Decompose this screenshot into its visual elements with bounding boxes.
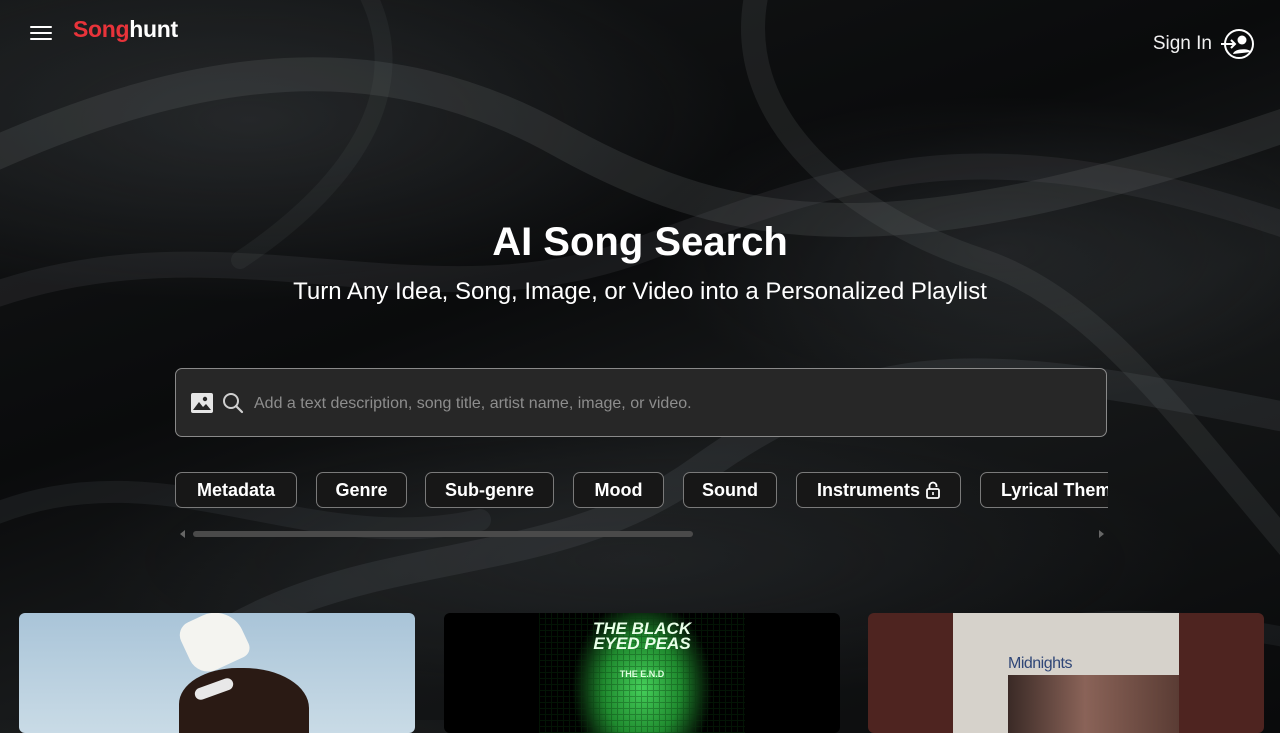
songhunt-logo[interactable]: Songhunt [73, 16, 178, 43]
chip-metadata[interactable]: Metadata [175, 472, 297, 508]
scrollbar-thumb[interactable] [193, 531, 693, 537]
search-icon [223, 393, 244, 414]
hamburger-menu-icon[interactable] [30, 22, 52, 42]
logo-text-hunt: hunt [129, 16, 178, 42]
chip-label: Mood [594, 479, 643, 500]
album-cover-art: Midnights [953, 613, 1179, 733]
album-cover-art: THE BLACK EYED PEAS THE E.N.D [539, 613, 745, 733]
scroll-right-arrow-icon[interactable] [1099, 530, 1104, 538]
logo-text-song: Song [73, 16, 130, 42]
chip-label: Genre [335, 479, 388, 500]
chip-label: Sub-genre [444, 479, 534, 500]
sign-in-label: Sign In [1152, 33, 1212, 54]
album-cover-band-name: THE BLACK EYED PEAS [592, 619, 692, 653]
album-card[interactable] [19, 613, 415, 733]
image-upload-icon[interactable] [191, 392, 213, 414]
search-input[interactable] [252, 387, 1086, 421]
lock-icon [926, 481, 940, 499]
chip-instruments[interactable]: Instruments [796, 472, 961, 508]
filter-chip-bar: Metadata Genre Sub-genre Mood Sound Inst… [175, 472, 1108, 510]
chip-label: Instruments [816, 479, 921, 500]
page-title: AI Song Search [492, 220, 788, 264]
chip-label: Metadata [196, 479, 276, 500]
user-sign-in-icon [1221, 29, 1254, 59]
sign-in-button[interactable]: Sign In [1153, 28, 1256, 60]
chip-scrollbar[interactable] [180, 530, 1104, 540]
album-cover-title: Midnights [1008, 655, 1072, 672]
page-subtitle: Turn Any Idea, Song, Image, or Video int… [293, 278, 987, 305]
background-fabric-image [0, 0, 1280, 720]
scroll-left-arrow-icon[interactable] [180, 530, 185, 538]
album-card[interactable]: THE BLACK EYED PEAS THE E.N.D [444, 613, 840, 733]
chip-genre[interactable]: Genre [316, 472, 407, 508]
chip-mood[interactable]: Mood [573, 472, 664, 508]
chip-sound[interactable]: Sound [683, 472, 777, 508]
album-card[interactable]: Midnights [868, 613, 1264, 733]
search-bar [175, 368, 1107, 437]
chip-label: Lyrical Theme [1001, 479, 1108, 500]
chip-sub-genre[interactable]: Sub-genre [425, 472, 554, 508]
album-cover-album-name: THE E.N.D [619, 669, 665, 679]
chip-label: Sound [702, 479, 758, 500]
chip-lyrical-theme[interactable]: Lyrical Theme [980, 472, 1108, 508]
